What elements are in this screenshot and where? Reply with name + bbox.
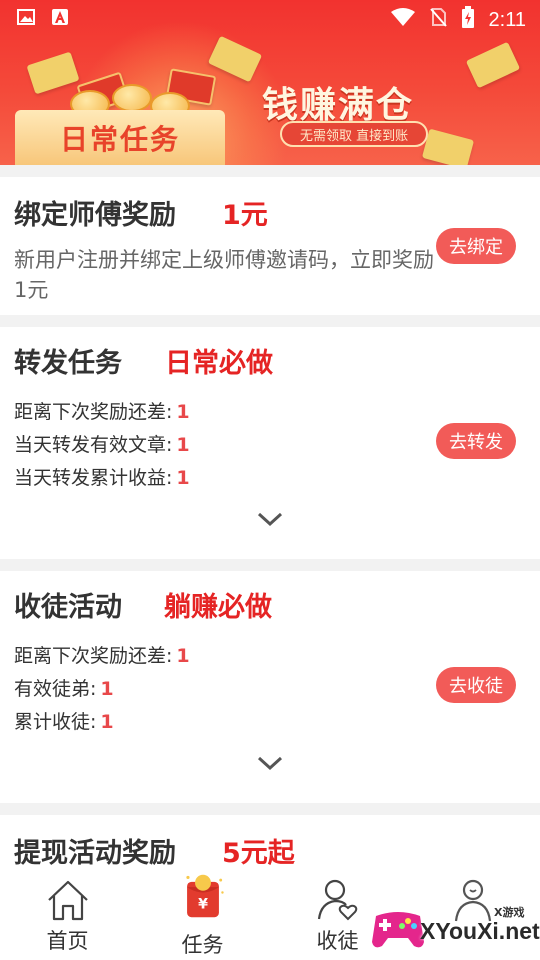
banner-subline: 无需领取 直接到账 [280,121,429,147]
bind-master-card: 绑定师傅奖励 1元 新用户注册并绑定上级师傅邀请码，立即奖励1元 去绑定 [0,177,540,315]
gallery-icon [16,8,36,26]
stat-label: 有效徒弟: [14,678,97,700]
battery-charging-icon [461,6,475,34]
stat-value: 1 [176,434,190,456]
task-banner: 日常任务 钱赚满仓 无需领取 直接到账 2:11 [0,0,540,165]
withdraw-card: 提现活动奖励 5元起 [0,815,540,875]
share-button[interactable]: 去转发 [436,423,516,459]
stat-row: 累计收徒: 1 [14,707,114,734]
site-watermark: X游戏 XYouXi.net [368,900,540,960]
stat-row: 有效徒弟: 1 [14,674,114,701]
stat-row: 距离下次奖励还差: 1 [14,641,190,668]
stat-label: 距离下次奖励还差: [14,401,173,423]
card-badge: 5元起 [222,838,295,869]
watermark-text: XYouXi.net [420,918,540,944]
tab-label: 任务 [181,933,224,957]
stat-label: 累计收徒: [14,711,97,733]
card-title: 绑定师傅奖励 [14,200,176,231]
stat-label: 当天转发有效文章: [14,434,173,456]
tab-tasks[interactable]: ¥ 任务 [135,873,270,960]
card-title: 提现活动奖励 [14,838,176,869]
red-envelope-icon [26,51,80,95]
card-description: 新用户注册并绑定上级师傅邀请码，立即奖励1元 [14,248,434,302]
svg-text:¥: ¥ [198,896,208,912]
status-bar: 2:11 [0,0,540,36]
card-title: 转发任务 [14,348,122,379]
stat-row: 当天转发有效文章: 1 [14,430,190,457]
bind-button[interactable]: 去绑定 [436,228,516,264]
status-time: 2:11 [488,8,526,31]
stat-row: 当天转发累计收益: 1 [14,463,190,490]
stat-label: 距离下次奖励还差: [14,645,173,667]
no-signal-icon [429,7,447,33]
card-badge: 躺赚必做 [164,592,272,623]
recruit-card: 收徒活动 躺赚必做 距离下次奖励还差: 1 有效徒弟: 1 累计收徒: 1 去收徒 [0,571,540,803]
tab-label: 首页 [46,929,89,953]
stat-value: 1 [176,467,190,489]
red-envelope-icon [465,41,521,89]
gamepad-icon [372,912,424,948]
chevron-down-icon[interactable] [256,753,284,773]
red-envelope-icon: ¥ [180,873,226,919]
red-envelope-icon [421,128,475,165]
stat-value: 1 [100,678,114,700]
coin-icon [112,84,152,112]
share-task-card: 转发任务 日常必做 距离下次奖励还差: 1 当天转发有效文章: 1 当天转发累计收益… [0,327,540,559]
user-heart-icon [315,877,361,923]
wifi-icon [390,8,415,32]
banner-box-label: 日常任务 [59,123,180,156]
stat-value: 1 [176,401,190,423]
home-icon [45,877,91,923]
banner-box: 日常任务 [15,110,225,165]
card-badge: 日常必做 [165,348,273,379]
chevron-down-icon[interactable] [256,509,284,529]
stat-value: 1 [176,645,190,667]
card-title: 收徒活动 [14,592,122,623]
stat-label: 当天转发累计收益: [14,467,173,489]
stat-row: 距离下次奖励还差: 1 [14,397,190,424]
tab-home[interactable]: 首页 [0,873,135,960]
stat-value: 1 [100,711,114,733]
app-notification-icon [50,8,70,26]
recruit-button[interactable]: 去收徒 [436,667,516,703]
card-badge: 1元 [222,200,268,231]
